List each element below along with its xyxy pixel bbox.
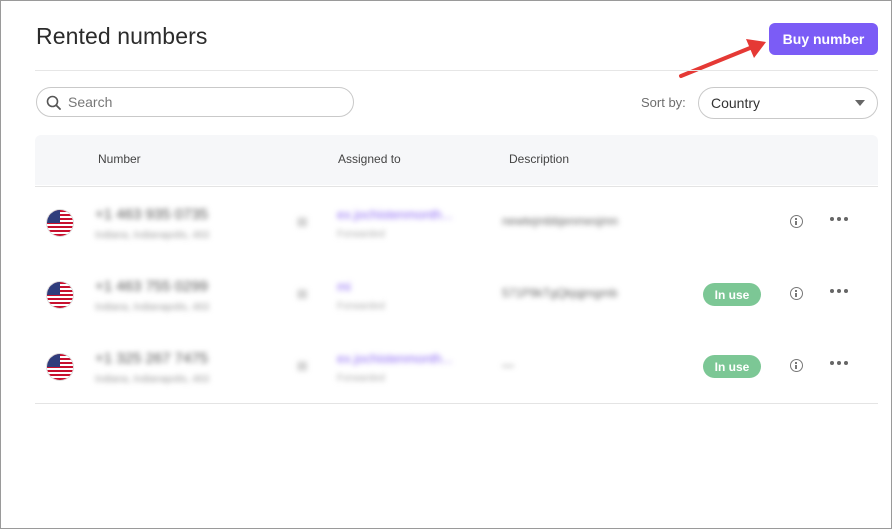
sort-select[interactable]: Country bbox=[698, 87, 878, 119]
assigned-link[interactable]: mi bbox=[337, 279, 351, 294]
table-row[interactable]: +1 463 755 0299 Indiana, Indianapolis, 4… bbox=[35, 259, 878, 332]
buy-number-button[interactable]: Buy number bbox=[769, 23, 878, 55]
phone-number: +1 463 935 0735 bbox=[95, 206, 209, 223]
annotation-arrow-icon bbox=[679, 39, 766, 78]
assigned-subtext: Forwarded bbox=[337, 229, 385, 240]
sort-select-value: Country bbox=[711, 95, 761, 111]
search-icon bbox=[46, 95, 61, 110]
sms-icon: ▤ bbox=[297, 216, 308, 228]
column-header-number: Number bbox=[98, 152, 141, 166]
sort-label: Sort by: bbox=[641, 95, 686, 110]
us-flag-icon bbox=[47, 282, 73, 308]
assigned-subtext: Forwarded bbox=[337, 301, 385, 312]
phone-number: +1 463 755 0299 bbox=[95, 278, 209, 295]
sms-icon: ▤ bbox=[297, 360, 308, 372]
status-badge: In use bbox=[703, 355, 761, 378]
description-text: — bbox=[502, 358, 514, 372]
column-header-description: Description bbox=[509, 152, 570, 166]
number-location: Indiana, Indianapolis, 463 bbox=[95, 230, 209, 241]
assigned-subtext: Forwarded bbox=[337, 373, 385, 384]
more-options-icon[interactable] bbox=[830, 217, 848, 221]
header-divider bbox=[35, 70, 878, 71]
more-options-icon[interactable] bbox=[830, 361, 848, 365]
search-input[interactable] bbox=[66, 93, 330, 111]
assigned-link[interactable]: ex.jochistenmonth... bbox=[337, 207, 453, 222]
info-icon[interactable] bbox=[790, 359, 803, 372]
description-text: 571P9kTgQkjqjmgmb bbox=[502, 286, 618, 300]
status-badge: In use bbox=[703, 283, 761, 306]
info-icon[interactable] bbox=[790, 287, 803, 300]
search-field[interactable] bbox=[36, 87, 354, 117]
page-title: Rented numbers bbox=[36, 23, 208, 49]
phone-number: +1 325 267 7475 bbox=[95, 350, 209, 367]
number-location: Indiana, Indianapolis, 463 bbox=[95, 302, 209, 313]
table-row[interactable]: +1 325 267 7475 Indiana, Indianapolis, 4… bbox=[35, 331, 878, 404]
rented-numbers-panel: Rented numbers Buy number Sort by: Count… bbox=[0, 0, 892, 529]
table-header: Number Assigned to Description bbox=[35, 135, 878, 185]
sms-icon: ▤ bbox=[297, 288, 308, 300]
assigned-link[interactable]: ex.jochistenmonth... bbox=[337, 351, 453, 366]
column-header-assigned: Assigned to bbox=[338, 152, 401, 166]
description-text: newtejmbbjenmesjmn bbox=[502, 214, 619, 228]
chevron-down-icon bbox=[855, 100, 865, 106]
more-options-icon[interactable] bbox=[830, 289, 848, 293]
us-flag-icon bbox=[47, 354, 73, 380]
info-icon[interactable] bbox=[790, 215, 803, 228]
table-row[interactable]: +1 463 935 0735 Indiana, Indianapolis, 4… bbox=[35, 186, 878, 260]
number-location: Indiana, Indianapolis, 463 bbox=[95, 374, 209, 385]
us-flag-icon bbox=[47, 210, 73, 236]
